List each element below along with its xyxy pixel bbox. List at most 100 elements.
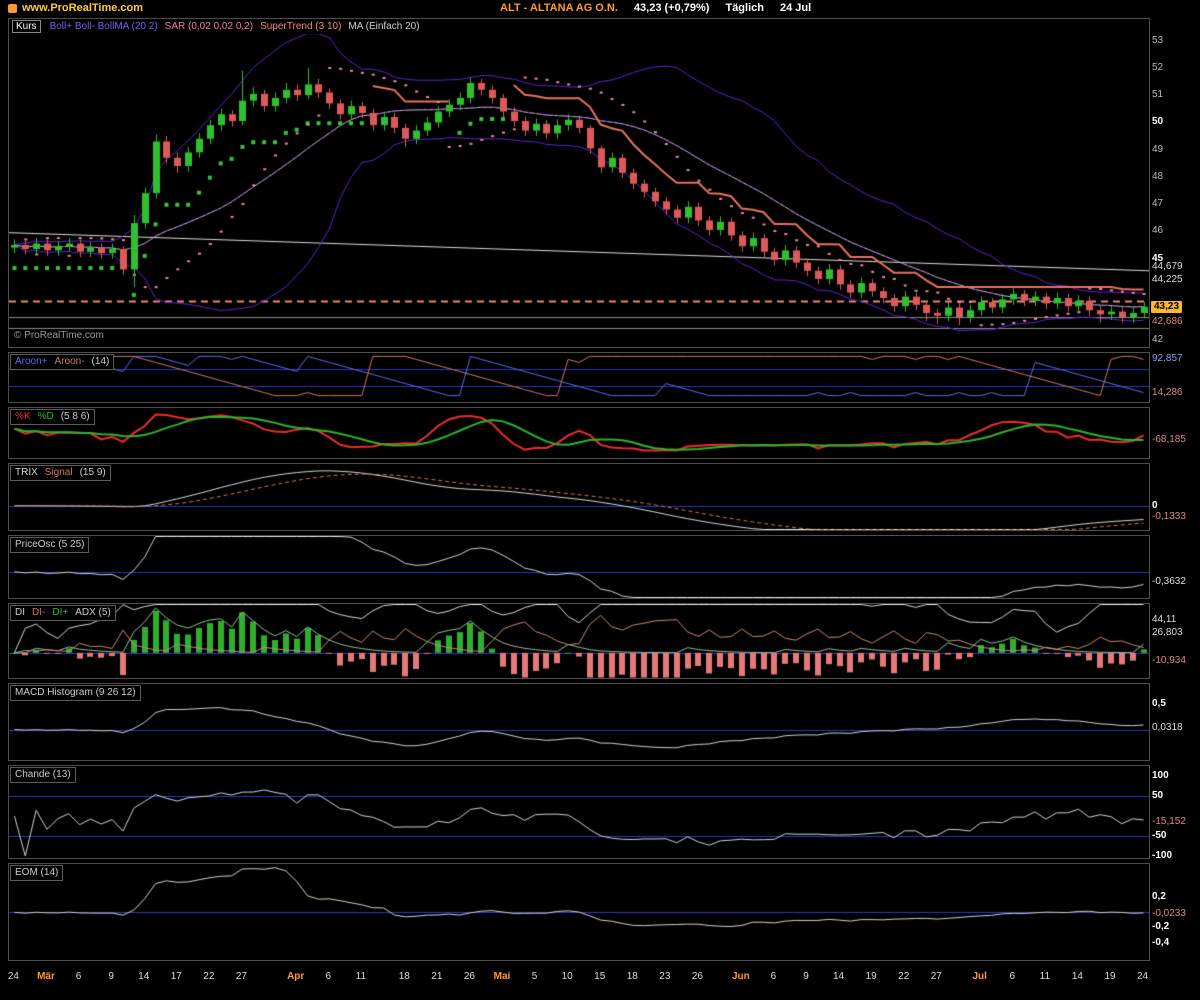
- axis-value-label: -0,1333: [1152, 511, 1186, 522]
- legend-item[interactable]: DI-: [32, 607, 45, 618]
- day-label: 11: [355, 971, 367, 982]
- stoch-chart-canvas[interactable]: [9, 408, 1149, 458]
- day-label: 14: [833, 971, 845, 982]
- day-label: 26: [463, 971, 475, 982]
- legend-item[interactable]: Signal: [45, 467, 73, 478]
- eom-legend: EOM (14): [10, 865, 64, 881]
- logo-icon: [8, 3, 17, 13]
- day-label: 23: [659, 971, 671, 982]
- legend-item[interactable]: ADX (5): [75, 607, 111, 618]
- day-label: 27: [235, 971, 247, 982]
- last-price: 43,23 (+0,79%): [633, 2, 710, 14]
- panel-eom: [8, 863, 1150, 961]
- chande-legend: Chande (13): [10, 767, 76, 783]
- axis-value-label: 46: [1152, 225, 1164, 236]
- legend-item[interactable]: MA (Einfach 20): [348, 21, 419, 32]
- chande-chart-canvas[interactable]: [9, 766, 1149, 858]
- axis-value-label: 44,679: [1152, 261, 1183, 272]
- axis-value-label: 49: [1152, 144, 1164, 155]
- macd-chart-canvas[interactable]: [9, 684, 1149, 760]
- legend-item[interactable]: (15 9): [80, 467, 106, 478]
- site-link[interactable]: www.ProRealTime.com: [8, 2, 143, 14]
- priceosc-chart-canvas[interactable]: [9, 536, 1149, 598]
- legend-item[interactable]: Boll+ Boll- BollMA (20 2): [50, 21, 158, 32]
- axis-value-label: 50: [1152, 116, 1164, 127]
- day-label: 15: [594, 971, 606, 982]
- aroon-chart-canvas[interactable]: [9, 353, 1149, 402]
- kurs-chart-canvas[interactable]: [9, 19, 1149, 347]
- time-axis[interactable]: 24 Mär 6 9 14 17 22 27 Apr 6 11 18 21 26 Mai 5 10 15 18 23 2…: [0, 962, 1200, 1000]
- axis-value-label: -68,185: [1152, 434, 1186, 445]
- day-label: 27: [930, 971, 942, 982]
- legend-item[interactable]: MACD Histogram (9 26 12): [15, 687, 136, 698]
- day-label: 17: [170, 971, 182, 982]
- panel-macd: [8, 683, 1150, 761]
- day-label: 6: [770, 971, 777, 982]
- day-label: 19: [1104, 971, 1116, 982]
- axis-value-label: 0,2: [1152, 891, 1166, 902]
- day-label: 21: [431, 971, 443, 982]
- legend-item[interactable]: (14): [92, 356, 110, 367]
- legend-item[interactable]: PriceOsc (5 25): [15, 539, 84, 550]
- value-axis[interactable]: 53 52 51 50 49 48 47 46 45 44,679 44,225 43,23 42,68…: [1151, 0, 1200, 1000]
- axis-value-label: 50: [1152, 790, 1164, 801]
- trix-chart-canvas[interactable]: [9, 464, 1149, 530]
- legend-item[interactable]: SuperTrend (3 10): [260, 21, 341, 32]
- site-url[interactable]: www.ProRealTime.com: [22, 2, 143, 14]
- axis-value-label: -0,2: [1152, 921, 1170, 932]
- day-label: 18: [398, 971, 410, 982]
- panel-aroon: [8, 352, 1150, 403]
- legend-item[interactable]: Chande (13): [15, 769, 71, 780]
- day-label: 14: [138, 971, 150, 982]
- axis-value-label: 0,0318: [1152, 722, 1183, 733]
- axis-value-label: 100: [1152, 770, 1169, 781]
- day-label: 10: [561, 971, 573, 982]
- day-label: 22: [898, 971, 910, 982]
- legend-item[interactable]: Kurs: [12, 20, 41, 33]
- priceosc-legend: PriceOsc (5 25): [10, 537, 90, 553]
- axis-value-label: 14,286: [1152, 387, 1183, 398]
- day-label: 22: [203, 971, 215, 982]
- legend-item[interactable]: (5 8 6): [61, 411, 90, 422]
- axis-value-label: -0,3632: [1152, 576, 1186, 587]
- axis-value-label: 26,803: [1152, 627, 1183, 638]
- legend-item[interactable]: Aroon-: [55, 356, 85, 367]
- legend-item[interactable]: EOM (14): [15, 867, 58, 878]
- instrument-name[interactable]: ALT - ALTANA AG O.N.: [500, 2, 618, 14]
- top-bar: www.ProRealTime.com ALT - ALTANA AG O.N.…: [0, 0, 1200, 17]
- axis-value-label: 48: [1152, 171, 1164, 182]
- aroon-legend: Aroon+ Aroon- (14): [10, 354, 115, 370]
- day-label: 6: [75, 971, 82, 982]
- legend-item[interactable]: TRIX: [15, 467, 38, 478]
- axis-value-label: 44,11: [1152, 614, 1177, 625]
- axis-value-label: 44,225: [1152, 274, 1183, 285]
- axis-value-label: -15,152: [1152, 816, 1186, 827]
- timeframe[interactable]: Täglich: [725, 2, 764, 14]
- month-label: Jul: [972, 971, 987, 982]
- axis-value-label: 92,857: [1152, 353, 1183, 364]
- axis-value-label: 51: [1152, 89, 1164, 100]
- legend-item[interactable]: SAR (0,02 0,02 0,2): [165, 21, 253, 32]
- month-label: Mai: [493, 971, 511, 982]
- eom-chart-canvas[interactable]: [9, 864, 1149, 960]
- kurs-legend: Kurs Boll+ Boll- BollMA (20 2) SAR (0,02 0…: [10, 20, 420, 34]
- panel-priceosc: [8, 535, 1150, 599]
- axis-value-label: 42: [1152, 334, 1164, 345]
- prorealtime-window: www.ProRealTime.com ALT - ALTANA AG O.N.…: [0, 0, 1200, 1000]
- month-label: Apr: [287, 971, 305, 982]
- day-label: 24: [1137, 971, 1149, 982]
- legend-item[interactable]: %K: [15, 411, 31, 422]
- watermark: © ProRealTime.com: [14, 330, 104, 341]
- day-label: 14: [1071, 971, 1083, 982]
- day-label: 18: [626, 971, 638, 982]
- di-chart-canvas[interactable]: [9, 604, 1149, 678]
- day-label: 6: [1009, 971, 1016, 982]
- legend-item[interactable]: %D: [38, 411, 54, 422]
- trix-legend: TRIX Signal (15 9): [10, 465, 111, 481]
- legend-item[interactable]: DI+: [52, 607, 68, 618]
- axis-value-label: 52: [1152, 62, 1164, 73]
- panel-di: [8, 603, 1150, 679]
- month-label: Jun: [731, 971, 750, 982]
- legend-item[interactable]: Aroon+: [15, 356, 48, 367]
- legend-item[interactable]: DI: [15, 607, 25, 618]
